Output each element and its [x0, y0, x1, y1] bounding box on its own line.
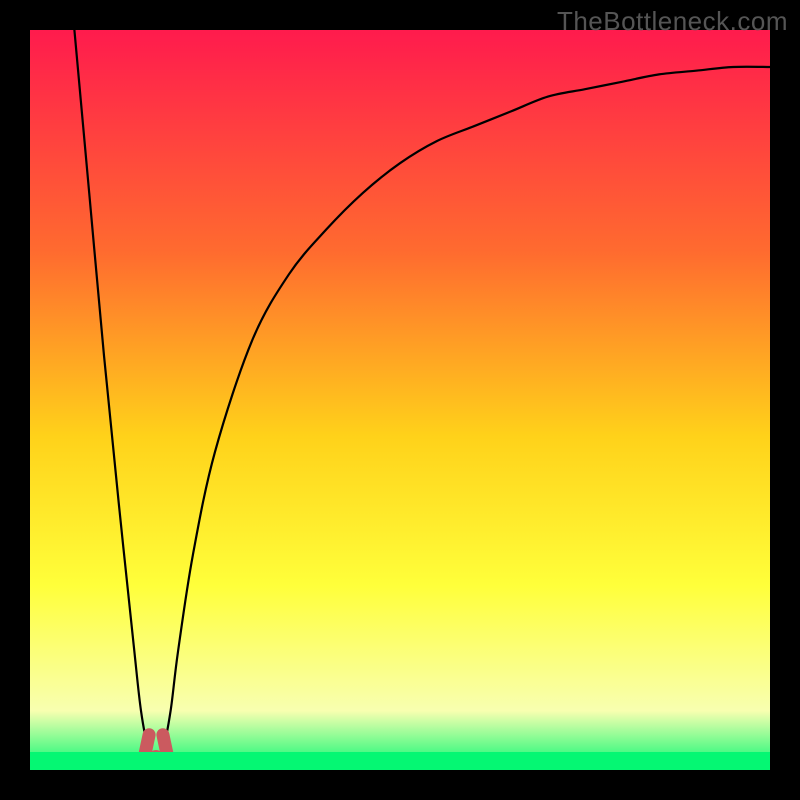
plot-area [30, 30, 770, 770]
watermark-text: TheBottleneck.com [557, 6, 788, 37]
chart-frame: TheBottleneck.com [0, 0, 800, 800]
bottleneck-curve [30, 30, 770, 770]
baseline-strip [30, 752, 770, 770]
